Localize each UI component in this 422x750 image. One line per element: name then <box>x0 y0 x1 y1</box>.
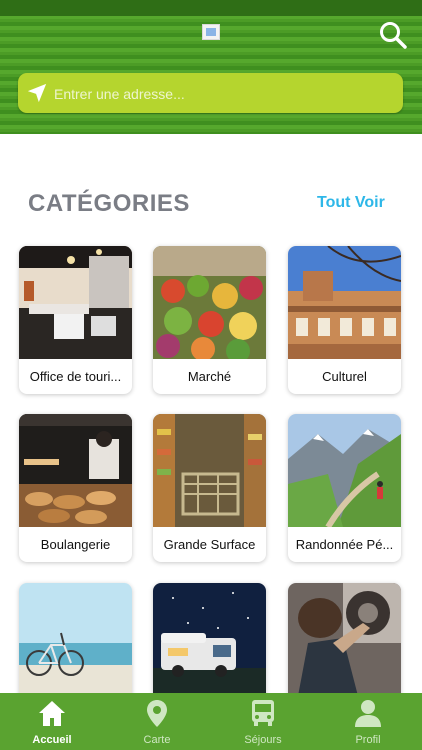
navigation-arrow-icon[interactable] <box>26 82 48 104</box>
nav-item-stays[interactable]: Séjours <box>223 693 303 750</box>
category-label: Office de touri... <box>29 369 122 384</box>
bottom-navigation: Accueil Carte Séjours Profil <box>0 693 422 750</box>
home-icon <box>39 701 65 726</box>
nav-label: Profil <box>355 734 381 746</box>
category-image <box>153 414 266 527</box>
category-card-supermarket[interactable]: Grande Surface <box>153 414 266 562</box>
category-image <box>153 246 266 359</box>
nav-label: Carte <box>143 734 171 746</box>
category-card-bakery[interactable]: Boulangerie <box>19 414 132 562</box>
status-bar <box>0 0 422 16</box>
category-card-hiking[interactable]: Randonnée Pé... <box>288 414 401 562</box>
category-card-cultural[interactable]: Culturel <box>288 246 401 394</box>
category-label: Marché <box>187 369 232 384</box>
category-image <box>19 583 132 696</box>
category-image <box>153 583 266 696</box>
nav-item-map[interactable]: Carte <box>117 693 197 750</box>
app-header <box>0 0 422 134</box>
category-image <box>288 246 401 359</box>
category-label: Grande Surface <box>163 537 256 552</box>
category-label: Randonnée Pé... <box>295 537 394 552</box>
category-card-market[interactable]: Marché <box>153 246 266 394</box>
address-input[interactable] <box>52 73 396 115</box>
search-icon <box>380 22 407 49</box>
user-icon <box>355 700 381 727</box>
category-image <box>288 414 401 527</box>
category-image <box>19 414 132 527</box>
map-pin-icon <box>147 700 167 727</box>
nav-label: Séjours <box>244 734 282 746</box>
category-label: Boulangerie <box>40 537 111 552</box>
search-button[interactable] <box>378 20 408 50</box>
address-search-bar[interactable] <box>18 73 403 115</box>
category-label: Culturel <box>322 369 367 384</box>
category-card-tourist-office[interactable]: Office de touri... <box>19 246 132 394</box>
nav-item-home[interactable]: Accueil <box>12 693 92 750</box>
nav-item-profile[interactable]: Profil <box>328 693 408 750</box>
category-image <box>288 583 401 696</box>
bus-icon <box>252 700 274 726</box>
category-image <box>19 246 132 359</box>
nav-label: Accueil <box>32 734 72 746</box>
section-title: CATÉGORIES <box>28 190 190 217</box>
see-all-link[interactable]: Tout Voir <box>317 194 385 212</box>
app-logo <box>202 24 220 40</box>
